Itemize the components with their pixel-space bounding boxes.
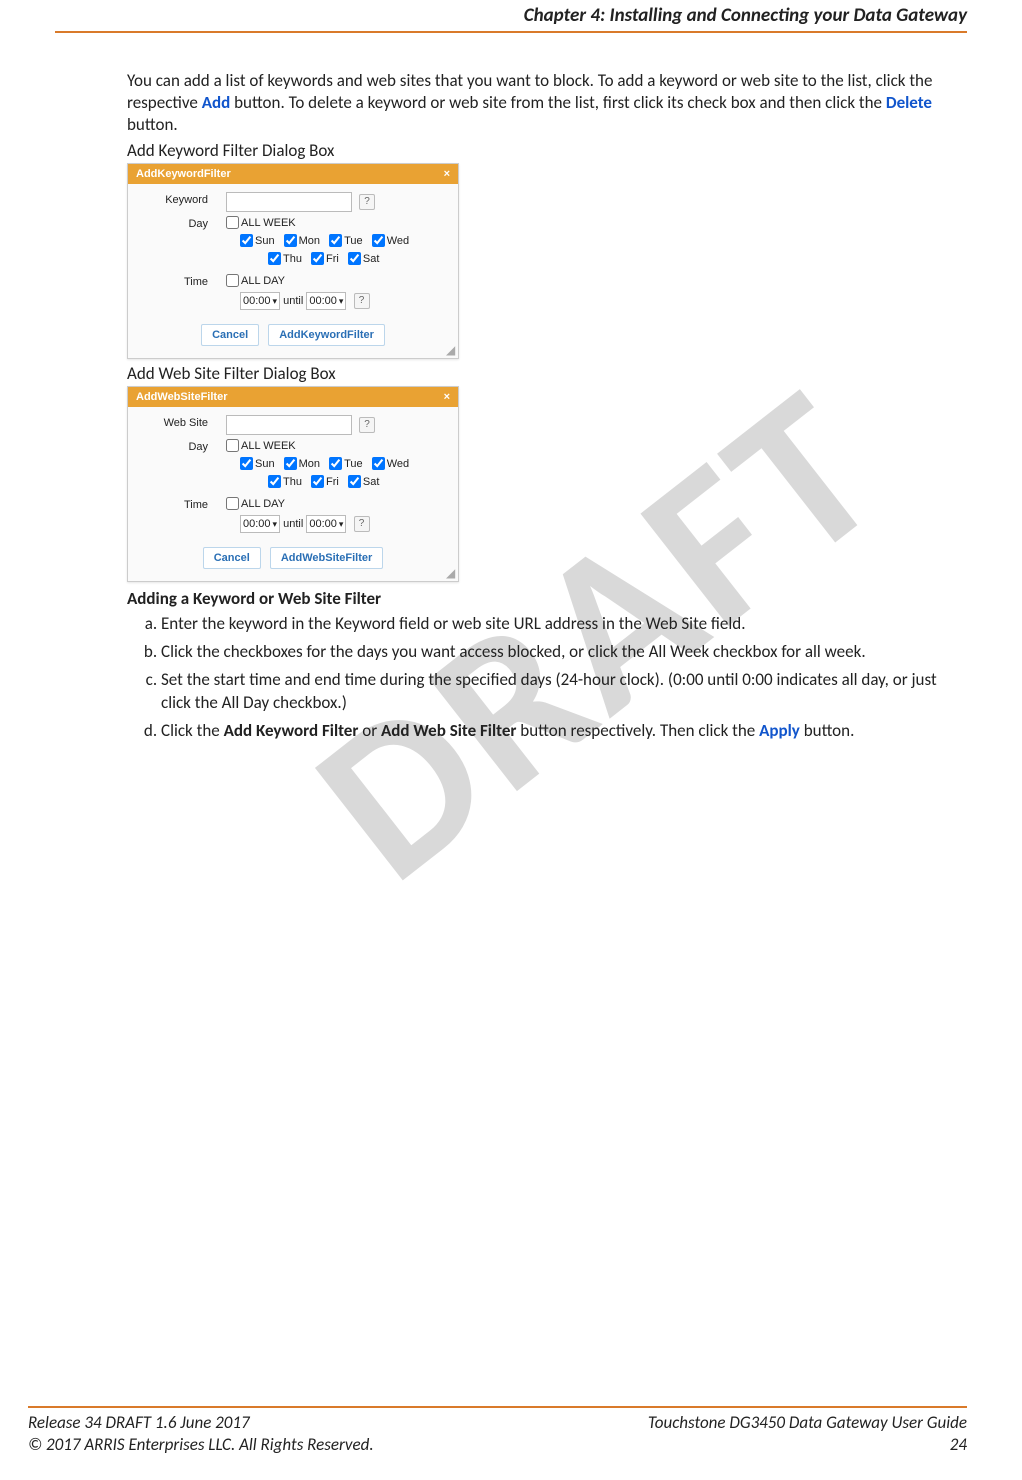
footer-release: Release 34 DRAFT 1.6 June 2017 [28, 1412, 250, 1434]
bold-text: Add Keyword Filter [224, 720, 359, 741]
intro-text: button. To delete a keyword or web site … [230, 92, 886, 113]
allday-checkbox[interactable]: ALL DAY [226, 274, 285, 287]
close-icon[interactable]: × [444, 168, 450, 180]
resize-handle-icon[interactable]: ◢ [446, 346, 456, 356]
help-icon[interactable]: ? [359, 194, 375, 210]
dialog-caption: Add Web Site Filter Dialog Box [127, 363, 967, 384]
intro-text: button. [127, 114, 178, 135]
dialog-title: AddKeywordFilter [136, 168, 231, 180]
page-footer: Release 34 DRAFT 1.6 June 2017 Touchston… [28, 1406, 967, 1456]
add-link[interactable]: Add [202, 92, 231, 113]
website-input[interactable] [226, 415, 352, 435]
list-item: Click the Add Keyword Filter or Add Web … [161, 720, 967, 742]
day-tue-checkbox[interactable]: Tue [329, 457, 363, 470]
add-website-filter-dialog: AddWebSiteFilter × Web Site ? Day ALL WE… [127, 386, 459, 582]
keyword-input[interactable] [226, 192, 352, 212]
help-icon[interactable]: ? [354, 516, 370, 532]
day-sun-checkbox[interactable]: Sun [240, 457, 275, 470]
day-sun-checkbox[interactable]: Sun [240, 234, 275, 247]
cancel-button[interactable]: Cancel [201, 324, 259, 346]
apply-link[interactable]: Apply [759, 720, 800, 741]
day-wed-checkbox[interactable]: Wed [372, 457, 409, 470]
keyword-label: Keyword [138, 192, 226, 206]
day-label: Day [138, 439, 226, 453]
until-label: until [283, 295, 303, 307]
day-fri-checkbox[interactable]: Fri [311, 475, 339, 488]
footer-copyright: © 2017 ARRIS Enterprises LLC. All Rights… [28, 1434, 374, 1456]
website-label: Web Site [138, 415, 226, 429]
until-label: until [283, 518, 303, 530]
page-number: 24 [950, 1434, 967, 1456]
time-from-select[interactable]: 00:00▾ [240, 292, 280, 310]
time-label: Time [138, 497, 226, 511]
help-icon[interactable]: ? [359, 417, 375, 433]
allweek-checkbox[interactable]: ALL WEEK [226, 439, 296, 452]
day-tue-checkbox[interactable]: Tue [329, 234, 363, 247]
dialog-caption: Add Keyword Filter Dialog Box [127, 140, 967, 161]
day-sat-checkbox[interactable]: Sat [348, 475, 380, 488]
time-from-select[interactable]: 00:00▾ [240, 515, 280, 533]
bold-text: Add Web Site Filter [381, 720, 516, 741]
list-item: Click the checkboxes for the days you wa… [161, 641, 967, 663]
resize-handle-icon[interactable]: ◢ [446, 569, 456, 579]
cancel-button[interactable]: Cancel [203, 547, 261, 569]
intro-paragraph: You can add a list of keywords and web s… [127, 70, 967, 136]
section-heading: Adding a Keyword or Web Site Filter [127, 588, 967, 609]
day-wed-checkbox[interactable]: Wed [372, 234, 409, 247]
day-thu-checkbox[interactable]: Thu [268, 475, 302, 488]
delete-link[interactable]: Delete [886, 92, 932, 113]
instruction-list: Enter the keyword in the Keyword field o… [127, 613, 967, 741]
add-keyword-filter-dialog: AddKeywordFilter × Keyword ? Day ALL WEE… [127, 163, 459, 359]
dialog-titlebar: AddKeywordFilter × [128, 164, 458, 184]
day-label: Day [138, 216, 226, 230]
help-icon[interactable]: ? [354, 293, 370, 309]
allday-checkbox[interactable]: ALL DAY [226, 497, 285, 510]
dialog-titlebar: AddWebSiteFilter × [128, 387, 458, 407]
footer-product: Touchstone DG3450 Data Gateway User Guid… [648, 1412, 967, 1434]
day-fri-checkbox[interactable]: Fri [311, 252, 339, 265]
list-item: Enter the keyword in the Keyword field o… [161, 613, 967, 635]
time-to-select[interactable]: 00:00▾ [306, 515, 346, 533]
add-website-filter-button[interactable]: AddWebSiteFilter [270, 547, 383, 569]
day-sat-checkbox[interactable]: Sat [348, 252, 380, 265]
day-mon-checkbox[interactable]: Mon [284, 457, 320, 470]
time-label: Time [138, 274, 226, 288]
chapter-header: Chapter 4: Installing and Connecting you… [55, 0, 967, 33]
list-item: Set the start time and end time during t… [161, 669, 967, 713]
allweek-checkbox[interactable]: ALL WEEK [226, 216, 296, 229]
time-to-select[interactable]: 00:00▾ [306, 292, 346, 310]
dialog-title: AddWebSiteFilter [136, 391, 227, 403]
add-keyword-filter-button[interactable]: AddKeywordFilter [268, 324, 385, 346]
day-thu-checkbox[interactable]: Thu [268, 252, 302, 265]
day-mon-checkbox[interactable]: Mon [284, 234, 320, 247]
close-icon[interactable]: × [444, 391, 450, 403]
